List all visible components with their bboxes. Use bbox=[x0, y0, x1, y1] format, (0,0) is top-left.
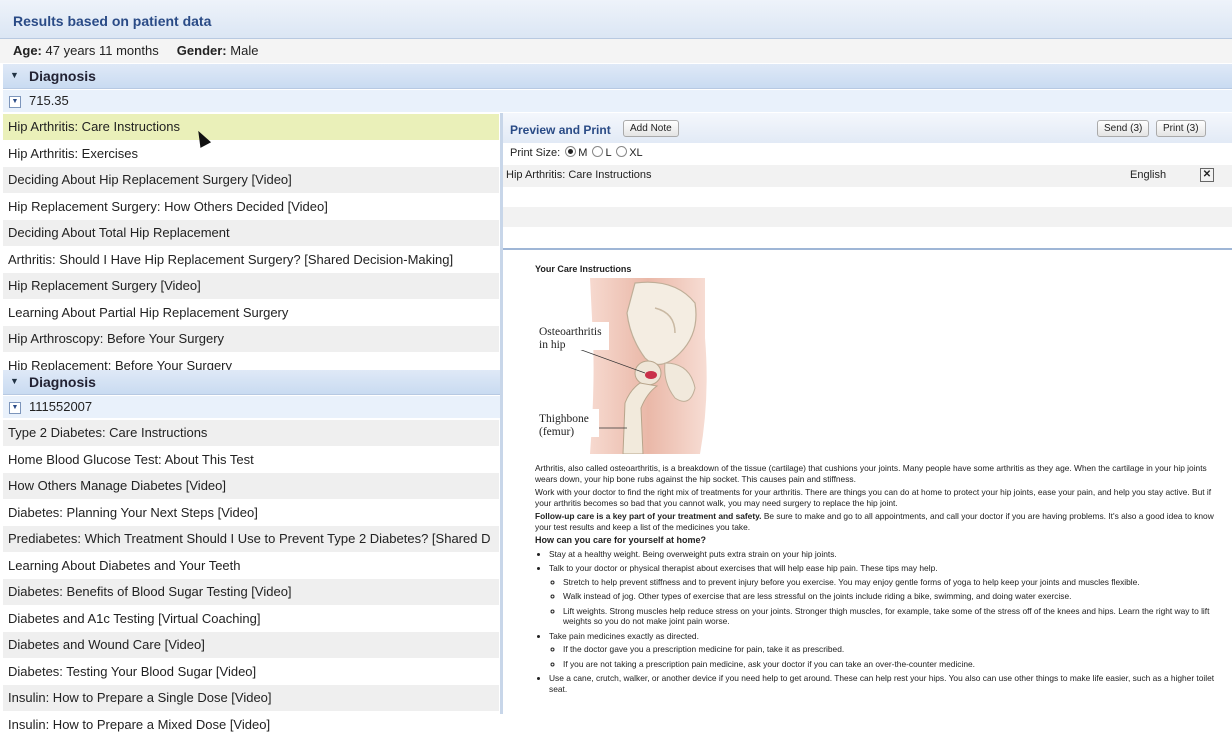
list-item[interactable]: Diabetes: Benefits of Blood Sugar Testin… bbox=[3, 579, 499, 606]
sub-list: If the doctor gave you a prescription me… bbox=[549, 644, 1215, 669]
size-radio-xl[interactable] bbox=[616, 146, 627, 157]
list-item[interactable]: Learning About Partial Hip Replacement S… bbox=[3, 300, 499, 327]
add-note-button[interactable]: Add Note bbox=[623, 120, 679, 137]
bullet: Use a cane, crutch, walker, or another d… bbox=[549, 673, 1215, 694]
list-item[interactable]: Deciding About Total Hip Replacement bbox=[3, 220, 499, 247]
selected-document-row[interactable]: Hip Arthritis: Care Instructions English… bbox=[503, 165, 1232, 187]
bullet-text: Talk to your doctor or physical therapis… bbox=[549, 563, 938, 573]
age-value: 47 years 11 months bbox=[46, 43, 159, 58]
list-item[interactable]: Insulin: How to Prepare a Mixed Dose [Vi… bbox=[3, 712, 499, 738]
list-item[interactable]: Arthritis: Should I Have Hip Replacement… bbox=[3, 247, 499, 274]
paragraph: Arthritis, also called osteoarthritis, i… bbox=[535, 463, 1215, 484]
patient-info: Age: 47 years 11 months Gender: Male bbox=[13, 43, 258, 58]
list-item[interactable]: Diabetes and A1c Testing [Virtual Coachi… bbox=[3, 606, 499, 633]
results-header: Results based on patient data bbox=[0, 0, 1232, 39]
sub-bullet: If you are not taking a prescription pai… bbox=[563, 659, 1215, 670]
print-size-label: Print Size: bbox=[510, 147, 560, 159]
list-item[interactable]: Learning About Diabetes and Your Teeth bbox=[3, 553, 499, 580]
list-item[interactable]: How Others Manage Diabetes [Video] bbox=[3, 473, 499, 500]
education-list-1: Hip Arthritis: Care Instructions Hip Art… bbox=[3, 114, 499, 379]
list-item[interactable]: Diabetes and Wound Care [Video] bbox=[3, 632, 499, 659]
collapse-box-icon[interactable]: ▼ bbox=[9, 96, 21, 108]
list-item[interactable]: Type 2 Diabetes: Care Instructions bbox=[3, 420, 499, 447]
sub-bullet: Walk instead of jog. Other types of exer… bbox=[563, 591, 1215, 602]
age-label: Age: bbox=[13, 43, 42, 58]
education-list-2: Type 2 Diabetes: Care Instructions Home … bbox=[3, 420, 499, 738]
bullet: Talk to your doctor or physical therapis… bbox=[549, 563, 1215, 627]
arthritis-spot bbox=[645, 371, 657, 379]
language-selector[interactable]: English bbox=[1130, 169, 1166, 181]
print-button[interactable]: Print (3) bbox=[1156, 120, 1206, 137]
list-item[interactable]: Home Blood Glucose Test: About This Test bbox=[3, 447, 499, 474]
send-button[interactable]: Send (3) bbox=[1097, 120, 1149, 137]
care-list: Stay at a healthy weight. Being overweig… bbox=[535, 549, 1215, 695]
sub-bullet: If the doctor gave you a prescription me… bbox=[563, 644, 1215, 655]
diagnosis-header-2[interactable]: ▼ Diagnosis bbox=[3, 370, 500, 395]
osteoarthritis-label: Osteoarthritis bbox=[539, 326, 602, 338]
size-l-label: L bbox=[605, 147, 611, 159]
diagnosis-code: 111552007 bbox=[29, 399, 92, 414]
list-item[interactable]: Insulin: How to Prepare a Single Dose [V… bbox=[3, 685, 499, 712]
femur-label: (femur) bbox=[539, 426, 574, 438]
list-item[interactable]: Deciding About Hip Replacement Surgery [… bbox=[3, 167, 499, 194]
results-title: Results based on patient data bbox=[13, 13, 211, 29]
empty-row bbox=[503, 187, 1232, 207]
preview-title: Preview and Print bbox=[510, 123, 611, 137]
remove-icon[interactable]: ✕ bbox=[1200, 168, 1214, 182]
list-item[interactable]: Prediabetes: Which Treatment Should I Us… bbox=[3, 526, 499, 553]
gender-value: Male bbox=[230, 43, 258, 58]
sub-bullet: Stretch to help prevent stiffness and to… bbox=[563, 577, 1215, 588]
preview-header: Preview and Print Add Note Send (3) Prin… bbox=[503, 113, 1232, 143]
bullet-text: Take pain medicines exactly as directed. bbox=[549, 631, 699, 641]
size-radio-l[interactable] bbox=[592, 146, 603, 157]
print-size-control: Print Size: M L XL bbox=[510, 146, 643, 159]
empty-row bbox=[503, 207, 1232, 227]
list-item[interactable]: Diabetes: Testing Your Blood Sugar [Vide… bbox=[3, 659, 499, 686]
document-heading: Your Care Instructions bbox=[535, 264, 631, 274]
thighbone-label: Thighbone bbox=[539, 413, 589, 425]
selected-document-name: Hip Arthritis: Care Instructions bbox=[506, 169, 652, 181]
diagnosis-code-row-1[interactable]: ▼ 715.35 bbox=[3, 90, 1232, 112]
diagnosis-code-row-2[interactable]: ▼ 111552007 bbox=[3, 396, 500, 418]
gender-label: Gender: bbox=[177, 43, 227, 58]
size-xl-label: XL bbox=[629, 147, 642, 159]
diagnosis-header-1[interactable]: ▼ Diagnosis bbox=[3, 64, 1232, 89]
collapse-triangle-icon[interactable]: ▼ bbox=[10, 70, 19, 80]
bullet: Stay at a healthy weight. Being overweig… bbox=[549, 549, 1215, 560]
collapse-box-icon[interactable]: ▼ bbox=[9, 402, 21, 414]
diagnosis-code: 715.35 bbox=[29, 93, 69, 108]
diagnosis-label: Diagnosis bbox=[29, 68, 96, 84]
list-item[interactable]: Hip Replacement Surgery [Video] bbox=[3, 273, 499, 300]
paragraph: Work with your doctor to find the right … bbox=[535, 487, 1215, 508]
bullet: Take pain medicines exactly as directed.… bbox=[549, 631, 1215, 670]
subheading: How can you care for yourself at home? bbox=[535, 535, 1215, 546]
list-item[interactable]: Hip Arthroscopy: Before Your Surgery bbox=[3, 326, 499, 353]
patient-info-bar: Age: 47 years 11 months Gender: Male bbox=[0, 39, 1232, 63]
sub-list: Stretch to help prevent stiffness and to… bbox=[549, 577, 1215, 627]
document-body: Arthritis, also called osteoarthritis, i… bbox=[535, 463, 1215, 698]
preview-print-panel: Preview and Print Add Note Send (3) Prin… bbox=[503, 113, 1232, 250]
sub-bullet: Lift weights. Strong muscles help reduce… bbox=[563, 606, 1215, 627]
list-item[interactable]: Diabetes: Planning Your Next Steps [Vide… bbox=[3, 500, 499, 527]
document-preview: Your Care Instructions Osteoarthritis in… bbox=[503, 252, 1232, 714]
list-item[interactable]: Hip Replacement Surgery: How Others Deci… bbox=[3, 194, 499, 221]
empty-row bbox=[503, 227, 1232, 247]
in-hip-label: in hip bbox=[539, 339, 566, 351]
hip-illustration: Osteoarthritis in hip Thighbone (femur) bbox=[535, 278, 715, 454]
diagnosis-label: Diagnosis bbox=[29, 374, 96, 390]
size-m-label: M bbox=[578, 147, 587, 159]
size-radio-m[interactable] bbox=[565, 146, 576, 157]
paragraph: Follow-up care is a key part of your tre… bbox=[535, 511, 1215, 532]
collapse-triangle-icon[interactable]: ▼ bbox=[10, 376, 19, 386]
list-item[interactable]: Hip Arthritis: Care Instructions bbox=[3, 114, 499, 141]
list-item[interactable]: Hip Arthritis: Exercises bbox=[3, 141, 499, 168]
bold-lead: Follow-up care is a key part of your tre… bbox=[535, 511, 762, 521]
